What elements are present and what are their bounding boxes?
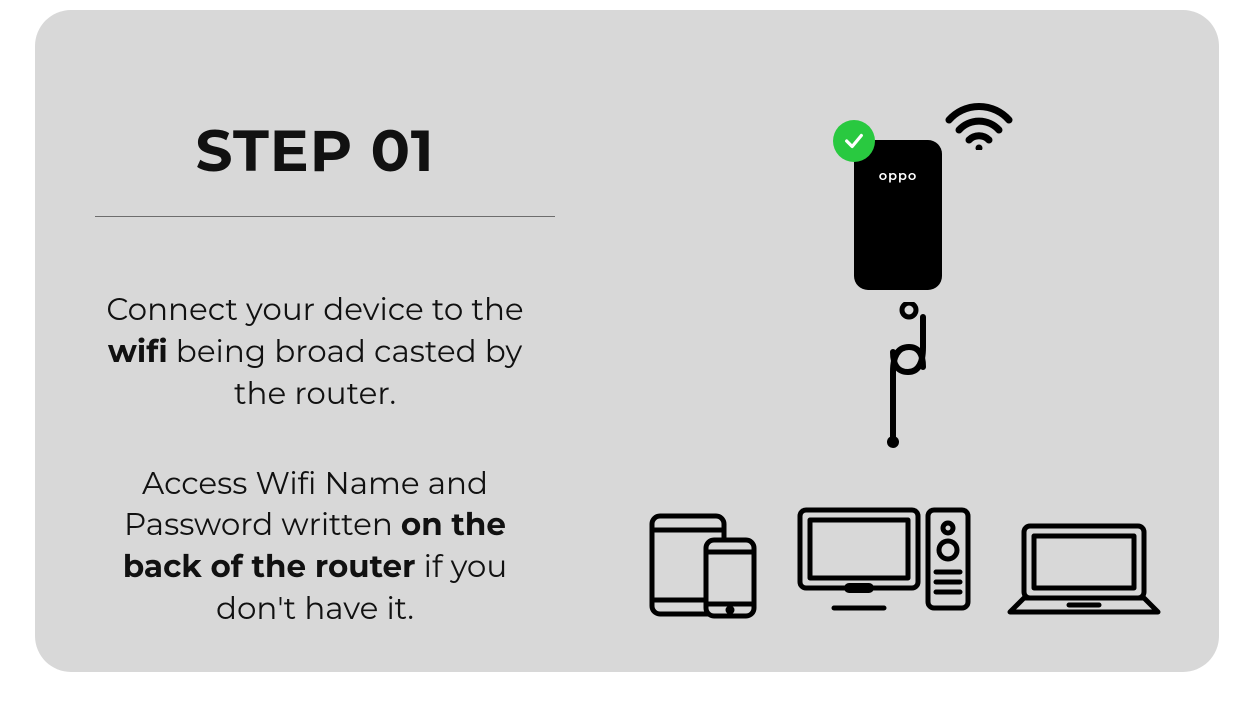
divider (95, 216, 555, 217)
step-paragraph-2: Access Wifi Name and Password written on… (95, 463, 535, 630)
cable-icon (879, 302, 939, 452)
step-paragraph-1: Connect your device to the wifi being br… (95, 289, 535, 415)
bold-text: wifi (108, 332, 168, 370)
phone-device-icon: oppo (854, 140, 942, 290)
tablet-phone-icon (644, 510, 764, 620)
desktop-computer-icon (794, 500, 974, 620)
laptop-icon (1004, 520, 1164, 620)
device-row (644, 500, 1164, 620)
step-title: STEP 01 (95, 115, 535, 186)
step-text-column: STEP 01 Connect your device to the wifi … (95, 115, 535, 630)
illustration-area: oppo (619, 90, 1169, 630)
text: Connect your device to the (106, 290, 523, 328)
checkmark-badge-icon (833, 120, 875, 162)
step-card: STEP 01 Connect your device to the wifi … (35, 10, 1219, 672)
wifi-icon (939, 90, 1019, 150)
text: being broad casted by the router. (168, 332, 522, 412)
phone-brand-label: oppo (854, 168, 942, 184)
